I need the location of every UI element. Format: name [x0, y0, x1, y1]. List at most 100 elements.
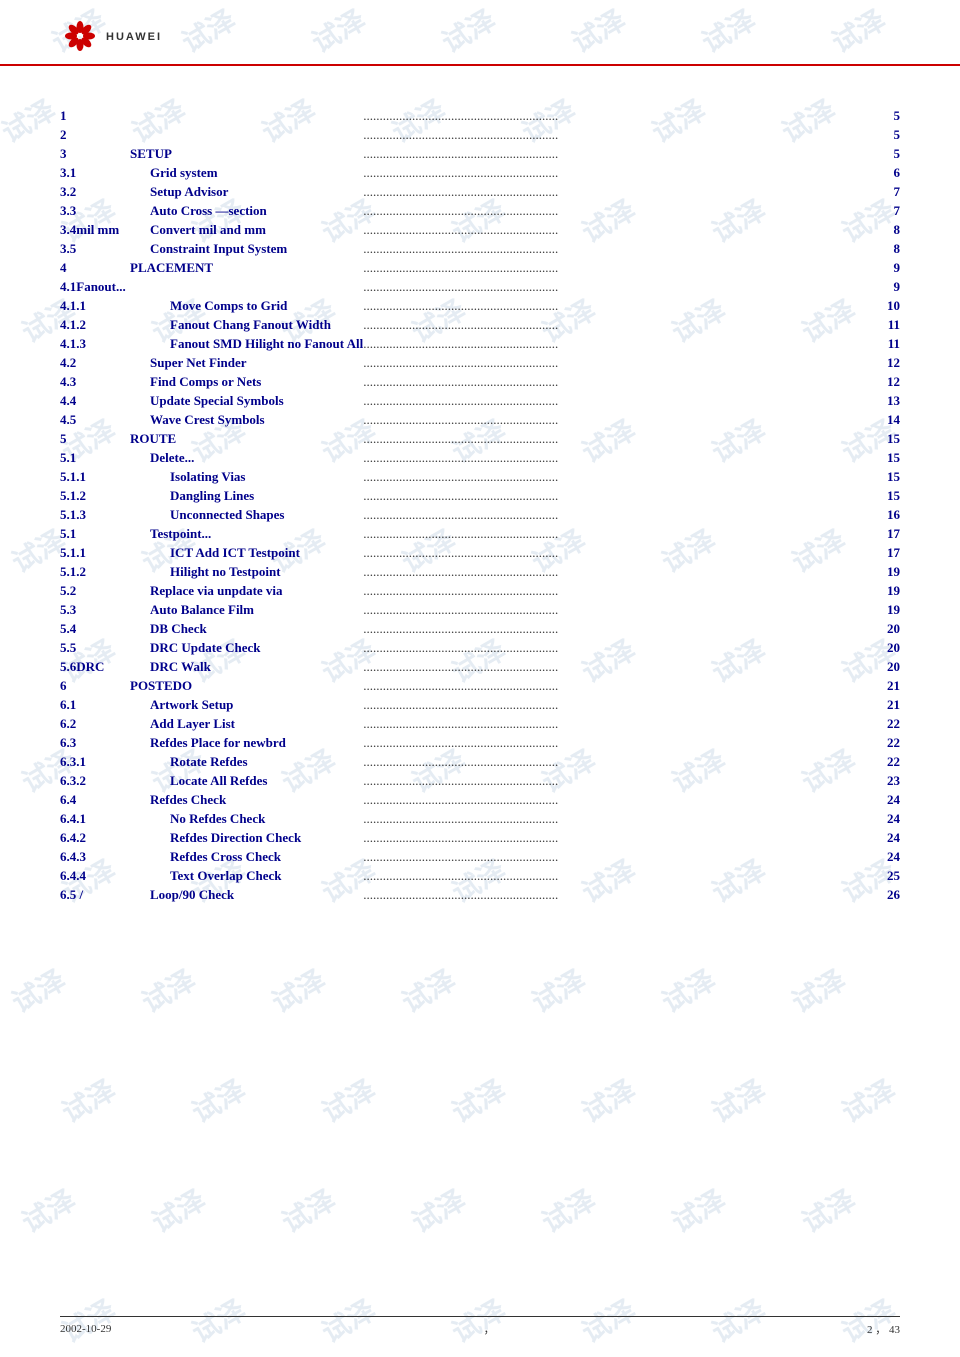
- toc-entry-page: 25: [872, 866, 900, 885]
- toc-row: 6.4.2Refdes Direction Check.............…: [60, 828, 900, 847]
- toc-row: 5.6DRCDRC Walk..........................…: [60, 657, 900, 676]
- toc-entry-dots: ........................................…: [363, 334, 872, 353]
- toc-entry-page: 8: [872, 239, 900, 258]
- toc-row: 3SETUP..................................…: [60, 144, 900, 163]
- toc-entry-page: 7: [872, 182, 900, 201]
- toc-entry-page: 13: [872, 391, 900, 410]
- toc-entry-title: Fanout Chang Fanout Width: [130, 315, 363, 334]
- toc-entry-dots: ........................................…: [363, 733, 872, 752]
- toc-entry-page: 24: [872, 809, 900, 828]
- toc-entry-title: Grid system: [130, 163, 363, 182]
- toc-entry-dots: ........................................…: [363, 543, 872, 562]
- toc-row: 1.......................................…: [60, 106, 900, 125]
- toc-entry-dots: ........................................…: [363, 201, 872, 220]
- toc-entry-dots: ........................................…: [363, 353, 872, 372]
- toc-entry-num: 4.1.3: [60, 334, 130, 353]
- toc-row: 6.4.3Refdes Cross Check.................…: [60, 847, 900, 866]
- toc-row: 3.4mil mmConvert mil and mm.............…: [60, 220, 900, 239]
- toc-entry-title: POSTEDO: [130, 676, 363, 695]
- toc-row: 4.1.1Move Comps to Grid.................…: [60, 296, 900, 315]
- toc-entry-dots: ........................................…: [363, 258, 872, 277]
- toc-row: 5.1.2Dangling Lines.....................…: [60, 486, 900, 505]
- toc-row: 3.2Setup Advisor........................…: [60, 182, 900, 201]
- toc-entry-page: 7: [872, 201, 900, 220]
- toc-entry-dots: ........................................…: [363, 581, 872, 600]
- toc-entry-dots: ........................................…: [363, 619, 872, 638]
- toc-row: 5.1Testpoint............................…: [60, 524, 900, 543]
- toc-row: 6.4.4Text Overlap Check.................…: [60, 866, 900, 885]
- toc-entry-num: 5.5: [60, 638, 130, 657]
- toc-entry-title: Super Net Finder: [130, 353, 363, 372]
- huawei-logo-icon: [60, 18, 100, 56]
- toc-entry-num: 5.1: [60, 524, 130, 543]
- toc-entry-page: 19: [872, 600, 900, 619]
- toc-entry-title: Refdes Cross Check: [130, 847, 363, 866]
- toc-entry-page: 11: [872, 315, 900, 334]
- toc-entry-num: 3.1: [60, 163, 130, 182]
- toc-entry-page: 24: [872, 828, 900, 847]
- toc-entry-dots: ........................................…: [363, 695, 872, 714]
- toc-entry-num: 6.4.4: [60, 866, 130, 885]
- toc-entry-dots: ........................................…: [363, 486, 872, 505]
- toc-entry-num: 5.1.2: [60, 486, 130, 505]
- toc-entry-page: 9: [872, 277, 900, 296]
- toc-entry-dots: ........................................…: [363, 828, 872, 847]
- toc-entry-dots: ........................................…: [363, 372, 872, 391]
- toc-entry-title: ROUTE: [130, 429, 363, 448]
- toc-row: 5.3Auto Balance Film....................…: [60, 600, 900, 619]
- toc-row: 6.4Refdes Check.........................…: [60, 790, 900, 809]
- toc-row: 3.3Auto Cross —section..................…: [60, 201, 900, 220]
- toc-entry-num: 3: [60, 144, 130, 163]
- toc-row: 5.4DB Check.............................…: [60, 619, 900, 638]
- toc-entry-num: 5.6DRC: [60, 657, 130, 676]
- toc-row: 6.3.2Locate All Refdes..................…: [60, 771, 900, 790]
- toc-entry-page: 22: [872, 752, 900, 771]
- toc-entry-page: 15: [872, 429, 900, 448]
- toc-entry-page: 10: [872, 296, 900, 315]
- toc-entry-title: Update Special Symbols: [130, 391, 363, 410]
- toc-entry-dots: ........................................…: [363, 125, 872, 144]
- toc-entry-dots: ........................................…: [363, 600, 872, 619]
- toc-entry-num: 6.1: [60, 695, 130, 714]
- toc-entry-page: 12: [872, 353, 900, 372]
- toc-entry-title: ICT Add ICT Testpoint: [130, 543, 363, 562]
- toc-entry-dots: ........................................…: [363, 296, 872, 315]
- toc-entry-page: 9: [872, 258, 900, 277]
- toc-entry-num: 6: [60, 676, 130, 695]
- toc-table: 1.......................................…: [60, 106, 900, 904]
- toc-entry-dots: ........................................…: [363, 239, 872, 258]
- toc-entry-dots: ........................................…: [363, 866, 872, 885]
- toc-entry-num: 4.2: [60, 353, 130, 372]
- toc-entry-title: Find Comps or Nets: [130, 372, 363, 391]
- toc-entry-dots: ........................................…: [363, 676, 872, 695]
- toc-entry-title: SETUP: [130, 144, 363, 163]
- toc-entry-num: 3.2: [60, 182, 130, 201]
- toc-row: 3.1Grid system..........................…: [60, 163, 900, 182]
- toc-entry-num: 6.4: [60, 790, 130, 809]
- toc-entry-num: 5.4: [60, 619, 130, 638]
- toc-entry-dots: ........................................…: [363, 847, 872, 866]
- footer-center: ，: [484, 1321, 495, 1337]
- toc-entry-page: 21: [872, 695, 900, 714]
- toc-entry-num: 5.1.1: [60, 467, 130, 486]
- toc-entry-num: 5.2: [60, 581, 130, 600]
- toc-entry-num: 3.3: [60, 201, 130, 220]
- toc-entry-title: Replace via unpdate via: [130, 581, 363, 600]
- toc-row: 5.1.2Hilight no Testpoint...............…: [60, 562, 900, 581]
- toc-entry-page: 15: [872, 486, 900, 505]
- toc-entry-dots: ........................................…: [363, 657, 872, 676]
- toc-row: 4.1Fanout...............................…: [60, 277, 900, 296]
- toc-entry-page: 17: [872, 524, 900, 543]
- toc-entry-num: 4.1Fanout...: [60, 277, 130, 296]
- toc-entry-title: No Refdes Check: [130, 809, 363, 828]
- toc-entry-title: Loop/90 Check: [130, 885, 363, 904]
- toc-entry-title: Hilight no Testpoint: [130, 562, 363, 581]
- toc-entry-page: 20: [872, 619, 900, 638]
- toc-entry-page: 19: [872, 562, 900, 581]
- toc-row: 6.1Artwork Setup........................…: [60, 695, 900, 714]
- toc-entry-page: 20: [872, 657, 900, 676]
- toc-entry-num: 6.3.1: [60, 752, 130, 771]
- toc-entry-dots: ........................................…: [363, 638, 872, 657]
- toc-entry-title: Unconnected Shapes: [130, 505, 363, 524]
- toc-entry-num: 5.1.1: [60, 543, 130, 562]
